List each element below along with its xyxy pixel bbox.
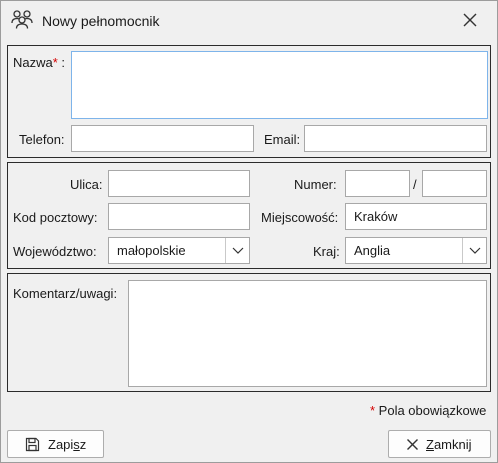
contact-group: Nazwa* : Telefon: Email: — [7, 45, 491, 158]
country-select[interactable]: Anglia — [345, 237, 487, 264]
email-label: Email: — [264, 132, 301, 147]
province-select[interactable]: małopolskie — [108, 237, 250, 264]
city-label: Miejscowość: — [261, 210, 339, 225]
address-group: Ulica: Numer: / Kod pocztowy: Miejscowoś… — [7, 162, 491, 269]
number-label: Numer: — [294, 177, 337, 192]
street-field[interactable] — [108, 170, 250, 197]
apartment-number-field[interactable] — [422, 170, 487, 197]
postal-code-field[interactable] — [108, 203, 250, 230]
province-dropdown-button[interactable] — [225, 238, 249, 263]
street-label: Ulica: — [70, 177, 103, 192]
phone-field[interactable] — [71, 125, 254, 152]
country-label: Kraj: — [313, 244, 340, 259]
chevron-down-icon — [232, 247, 244, 254]
country-dropdown-button[interactable] — [462, 238, 486, 263]
number-separator: / — [413, 177, 417, 192]
city-field[interactable]: Kraków — [345, 203, 487, 230]
window-title: Nowy pełnomocnik — [42, 13, 160, 29]
close-button-label: Zamknij — [426, 437, 472, 452]
country-select-value: Anglia — [354, 243, 391, 258]
name-label: Nazwa* : — [13, 55, 66, 70]
floppy-disk-icon — [25, 437, 40, 452]
chevron-down-icon — [469, 247, 481, 254]
province-label: Województwo: — [13, 244, 97, 259]
required-fields-note: * Pola obowiązkowe — [370, 403, 487, 418]
save-button-label: Zapisz — [48, 437, 87, 452]
name-field[interactable] — [71, 51, 488, 119]
dialog-window: Nowy pełnomocnik Nazwa* : Telefon: Email… — [0, 0, 498, 463]
people-icon — [11, 10, 33, 29]
comment-group: Komentarz/uwagi: — [7, 273, 491, 392]
province-select-value: małopolskie — [117, 243, 186, 258]
postal-code-label: Kod pocztowy: — [13, 210, 98, 225]
phone-label: Telefon: — [19, 132, 65, 147]
close-button[interactable]: Zamknij — [388, 430, 491, 458]
number-field[interactable] — [345, 170, 410, 197]
comment-label: Komentarz/uwagi: — [13, 286, 118, 301]
comment-field[interactable] — [128, 280, 487, 387]
title-bar: Nowy pełnomocnik — [1, 1, 497, 39]
close-icon — [407, 439, 418, 450]
email-field[interactable] — [304, 125, 487, 152]
close-icon[interactable] — [459, 9, 481, 31]
save-button[interactable]: Zapisz — [7, 430, 104, 458]
